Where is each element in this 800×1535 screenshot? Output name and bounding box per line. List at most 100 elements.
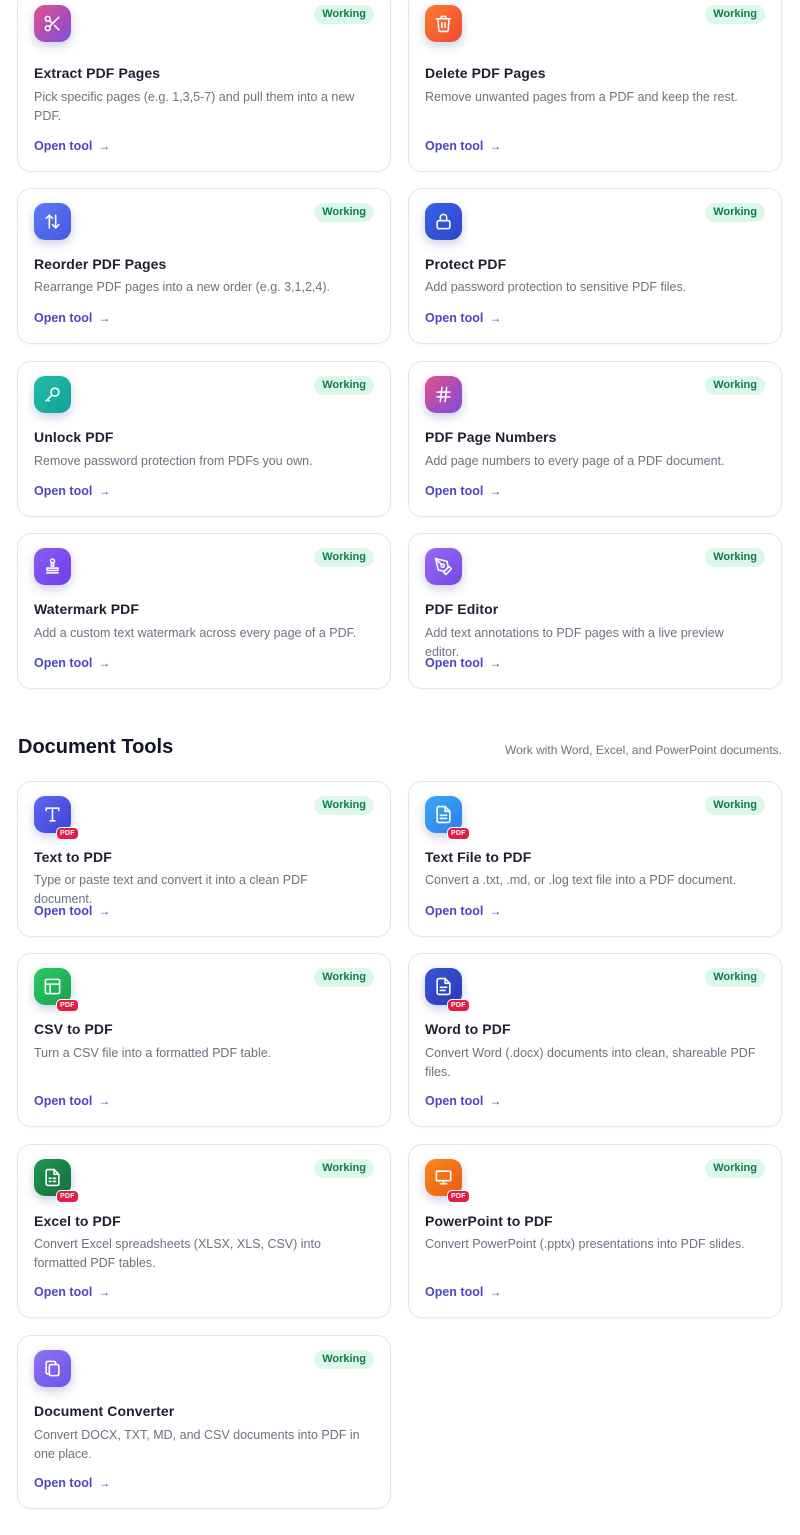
pdf-tag: PDF [56,1190,79,1203]
open-tool-link[interactable]: Open tool → [425,484,501,498]
tool-title: PDF Page Numbers [425,429,557,445]
lock-icon [425,203,462,240]
tool-title: Text to PDF [34,849,112,865]
status-badge: Working [705,5,765,24]
tool-title: Document Converter [34,1403,175,1419]
open-tool-label: Open tool [34,1285,93,1299]
status-badge: Working [705,796,765,815]
key-icon [34,376,71,413]
open-tool-link[interactable]: Open tool → [425,139,501,153]
tool-description: Rearrange PDF pages into a new order (e.… [34,280,330,294]
tool-title: Word to PDF [425,1021,511,1037]
open-tool-link[interactable]: Open tool → [34,311,110,325]
tool-title: Watermark PDF [34,601,140,617]
open-tool-label: Open tool [425,1094,484,1108]
tool-title: Excel to PDF [34,1213,121,1229]
arrow-right-icon: → [489,311,502,325]
open-tool-link[interactable]: Open tool → [425,1285,501,1299]
open-tool-label: Open tool [34,139,93,153]
stamp-icon [34,548,71,585]
status-badge: Working [705,1159,765,1178]
pdf-tag: PDF [56,999,79,1012]
open-tool-label: Open tool [425,904,484,918]
tool-description: Convert Word (.docx) documents into clea… [425,1046,756,1079]
pdf-tag: PDF [447,1190,470,1203]
tool-description: Type or paste text and convert it into a… [34,873,308,906]
arrow-right-icon: → [98,656,111,670]
tool-card-csv-to-pdf[interactable]: PDF Working CSV to PDF Turn a CSV file i… [17,953,391,1127]
status-badge: Working [705,376,765,395]
tool-title: Unlock PDF [34,429,114,445]
arrow-right-icon: → [489,1285,502,1299]
tool-card-reorder-pdf-pages[interactable]: Working Reorder PDF Pages Rearrange PDF … [17,188,391,344]
arrow-right-icon: → [98,484,111,498]
open-tool-link[interactable]: Open tool → [34,1094,110,1108]
open-tool-label: Open tool [34,1094,93,1108]
open-tool-link[interactable]: Open tool → [34,1476,110,1490]
arrow-right-icon: → [489,139,502,153]
open-tool-label: Open tool [425,139,484,153]
tool-card-extract-pdf-pages[interactable]: Working Extract PDF Pages Pick specific … [17,0,391,172]
pen-tool-icon [425,548,462,585]
open-tool-link[interactable]: Open tool → [425,311,501,325]
status-badge: Working [705,548,765,567]
pdf-tag: PDF [447,999,470,1012]
tool-card-pdf-page-numbers[interactable]: Working PDF Page Numbers Add page number… [408,361,782,517]
tool-card-unlock-pdf[interactable]: Working Unlock PDF Remove password prote… [17,361,391,517]
hash-icon [425,376,462,413]
tool-title: PowerPoint to PDF [425,1213,553,1229]
status-badge: Working [314,796,374,815]
arrow-right-icon: → [98,904,111,918]
tool-description: Remove unwanted pages from a PDF and kee… [425,90,738,104]
tool-card-excel-to-pdf[interactable]: PDF Working Excel to PDF Convert Excel s… [17,1144,391,1318]
open-tool-label: Open tool [34,656,93,670]
open-tool-link[interactable]: Open tool → [425,1094,501,1108]
tool-title: CSV to PDF [34,1021,113,1037]
tool-card-text-file-to-pdf[interactable]: PDF Working Text File to PDF Convert a .… [408,781,782,937]
status-badge: Working [314,203,374,222]
tool-card-document-converter[interactable]: Working Document Converter Convert DOCX,… [17,1335,391,1509]
arrow-right-icon: → [98,1285,111,1299]
status-badge: Working [314,548,374,567]
open-tool-link[interactable]: Open tool → [34,904,110,918]
status-badge: Working [314,1159,374,1178]
open-tool-label: Open tool [34,1476,93,1490]
tool-title: Text File to PDF [425,849,532,865]
open-tool-link[interactable]: Open tool → [34,656,110,670]
open-tool-link[interactable]: Open tool → [425,904,501,918]
pdf-tag: PDF [447,827,470,840]
arrow-right-icon: → [98,311,111,325]
section-subtitle: Work with Word, Excel, and PowerPoint do… [504,743,782,757]
trash-icon [425,5,462,42]
tool-description: Add page numbers to every page of a PDF … [425,454,725,468]
tool-card-word-to-pdf[interactable]: PDF Working Word to PDF Convert Word (.d… [408,953,782,1127]
tool-description: Add a custom text watermark across every… [34,626,357,640]
pdf-tag: PDF [56,827,79,840]
tool-description: Turn a CSV file into a formatted PDF tab… [34,1046,272,1060]
open-tool-label: Open tool [425,1285,484,1299]
status-badge: Working [314,968,374,987]
tool-card-text-to-pdf[interactable]: PDF Working Text to PDF Type or paste te… [17,781,391,937]
tool-description: Convert PowerPoint (.pptx) presentations… [425,1237,745,1251]
tool-card-powerpoint-to-pdf[interactable]: PDF Working PowerPoint to PDF Convert Po… [408,1144,782,1318]
open-tool-link[interactable]: Open tool → [34,1285,110,1299]
status-badge: Working [705,968,765,987]
tool-title: PDF Editor [425,601,499,617]
open-tool-link[interactable]: Open tool → [34,484,110,498]
copy-files-icon [34,1350,71,1387]
arrow-right-icon: → [489,484,502,498]
arrow-right-icon: → [98,1094,111,1108]
arrow-right-icon: → [98,139,111,153]
open-tool-label: Open tool [425,311,484,325]
tool-card-watermark-pdf[interactable]: Working Watermark PDF Add a custom text … [17,533,391,689]
tool-card-pdf-editor[interactable]: Working PDF Editor Add text annotations … [408,533,782,689]
reorder-arrows-icon [34,203,71,240]
tool-card-protect-pdf[interactable]: Working Protect PDF Add password protect… [408,188,782,344]
tool-card-delete-pdf-pages[interactable]: Working Delete PDF Pages Remove unwanted… [408,0,782,172]
status-badge: Working [314,1350,374,1369]
arrow-right-icon: → [489,904,502,918]
open-tool-link[interactable]: Open tool → [425,656,501,670]
open-tool-label: Open tool [34,904,93,918]
tool-description: Remove password protection from PDFs you… [34,454,313,468]
open-tool-link[interactable]: Open tool → [34,139,110,153]
